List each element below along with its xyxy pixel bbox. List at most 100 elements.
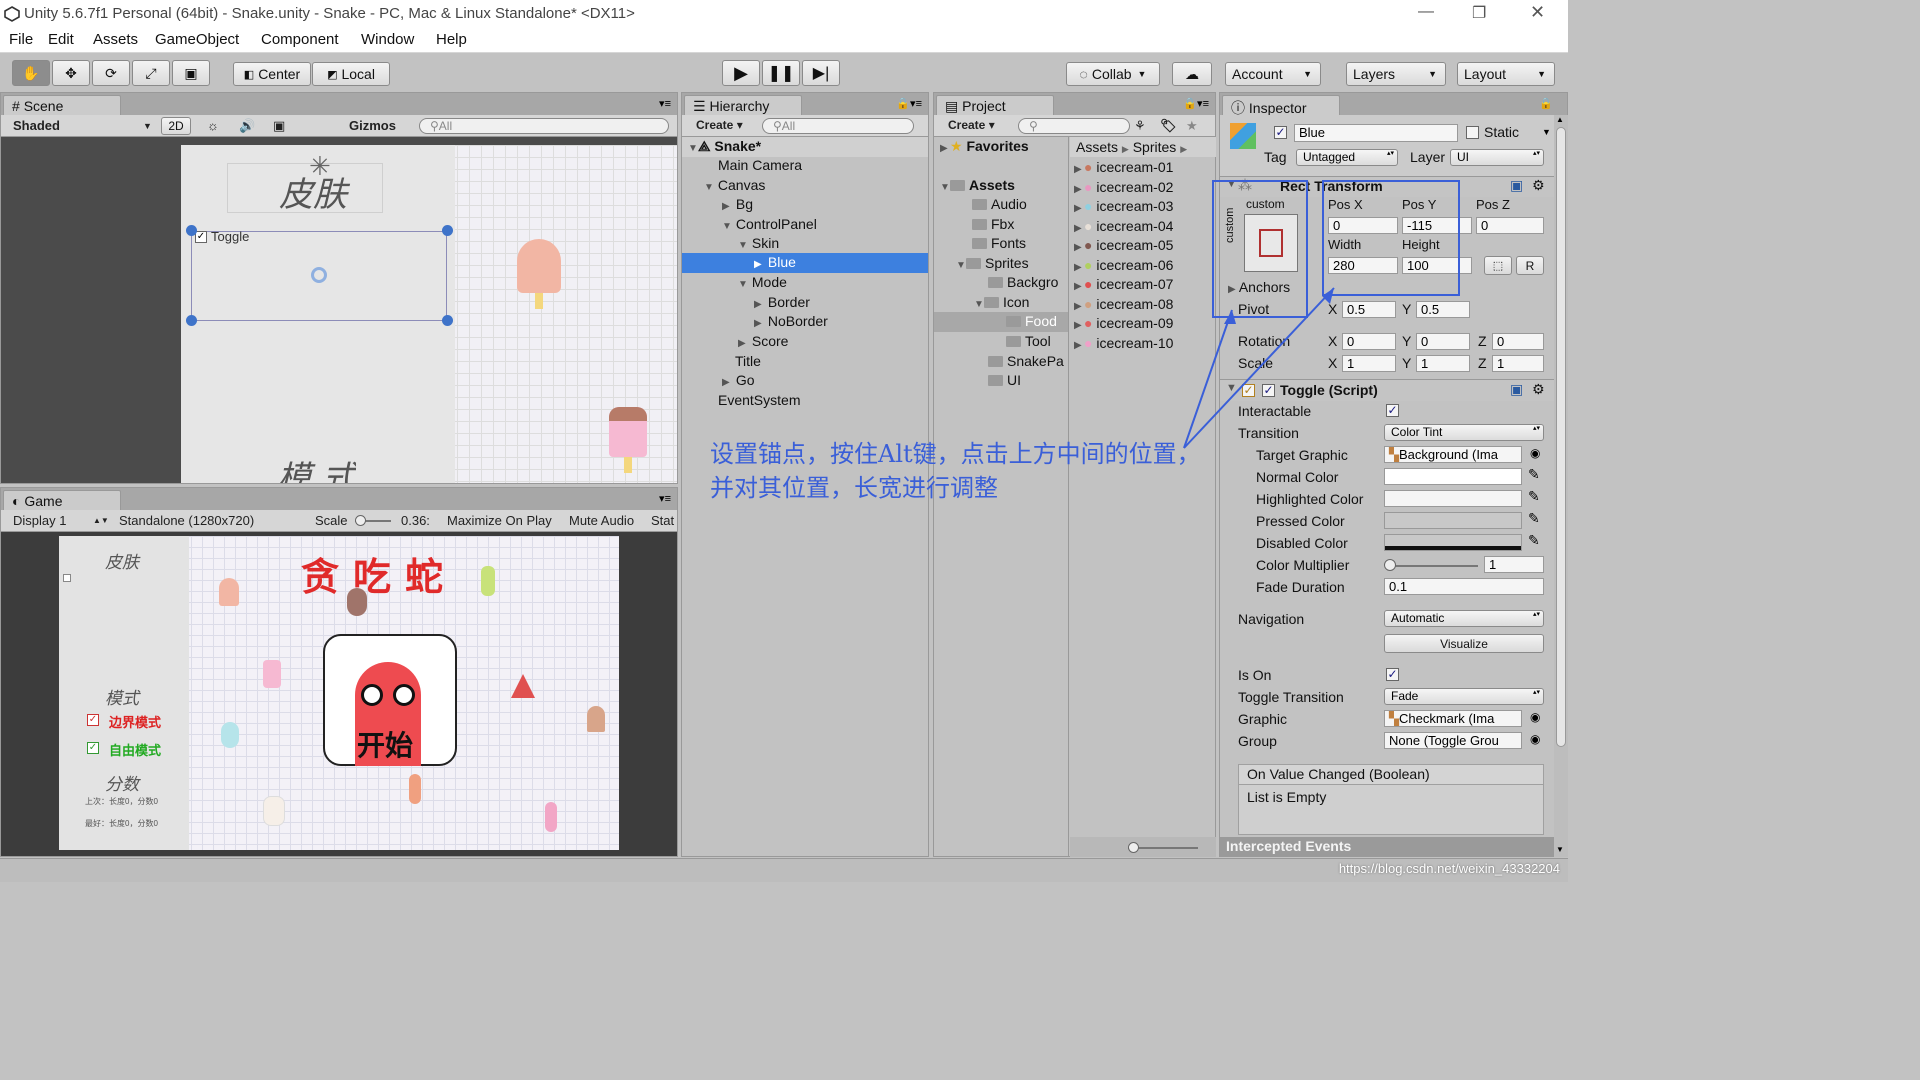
menu-file[interactable]: File	[9, 31, 33, 48]
maximize-on-play-toggle[interactable]: Maximize On Play	[447, 513, 552, 528]
hierarchy-item-title[interactable]: Title	[735, 353, 761, 369]
move-tool-button[interactable]: ✥	[52, 60, 90, 86]
scroll-up-icon[interactable]: ▲	[1556, 115, 1564, 124]
toggle-transition-dropdown[interactable]: Fade	[1384, 688, 1544, 705]
toggle-checkbox[interactable]: ✓	[195, 231, 207, 243]
hierarchy-search-input[interactable]: ⚲All	[762, 118, 914, 134]
object-picker-icon[interactable]: ◉	[1530, 710, 1540, 724]
eyedropper-icon[interactable]: ✎	[1528, 466, 1540, 483]
asset-file[interactable]: ▶ ● icecream-01	[1074, 159, 1173, 175]
border-mode-checkbox[interactable]: ✓	[87, 714, 99, 726]
panel-menu-icon[interactable]: ▾≡	[659, 492, 671, 505]
tab-inspector[interactable]: ⓘ Inspector	[1222, 95, 1340, 116]
scrollbar-thumb[interactable]	[1556, 127, 1566, 747]
asset-file[interactable]: ▶ ● icecream-08	[1074, 296, 1173, 312]
eyedropper-icon[interactable]: ✎	[1528, 488, 1540, 505]
transition-dropdown[interactable]: Color Tint	[1384, 424, 1544, 441]
color-multiplier-slider[interactable]	[1388, 565, 1478, 567]
target-graphic-field[interactable]: ▚Background (Ima	[1384, 446, 1522, 463]
scale-x-field[interactable]: 1	[1342, 355, 1396, 372]
scale-slider-thumb[interactable]	[355, 515, 366, 526]
navigation-dropdown[interactable]: Automatic	[1384, 610, 1544, 627]
hierarchy-item-canvas[interactable]: ▼ Canvas	[704, 177, 765, 193]
asset-file[interactable]: ▶ ● icecream-05	[1074, 237, 1173, 253]
pivot-center-button[interactable]: ◧ Center	[233, 62, 311, 86]
rect-handle[interactable]	[442, 225, 453, 236]
tab-scene[interactable]: # Scene	[3, 95, 121, 115]
pivot-y-field[interactable]: 0.5	[1416, 301, 1470, 318]
icon-size-slider-thumb[interactable]	[1128, 842, 1139, 853]
graphic-field[interactable]: ▚Checkmark (Ima	[1384, 710, 1522, 727]
pivot-x-field[interactable]: 0.5	[1342, 301, 1396, 318]
asset-file[interactable]: ▶ ● icecream-09	[1074, 315, 1173, 331]
asset-file[interactable]: ▶ ● icecream-02	[1074, 179, 1173, 195]
scale-tool-button[interactable]: ⤢	[132, 60, 170, 86]
assets-folder-row[interactable]: ▼ Assets	[940, 177, 1015, 193]
play-button[interactable]: ▶	[722, 60, 760, 86]
menu-window[interactable]: Window	[361, 31, 414, 48]
asset-file[interactable]: ▶ ● icecream-04	[1074, 218, 1173, 234]
effects-icon[interactable]: ▣	[273, 118, 285, 134]
visualize-button[interactable]: Visualize	[1384, 634, 1544, 653]
scale-y-field[interactable]: 1	[1416, 355, 1470, 372]
object-picker-icon[interactable]: ◉	[1530, 732, 1540, 746]
scene-viewport[interactable]: 皮肤 ✳ ✓ Toggle 模 式	[1, 137, 677, 483]
help-icon[interactable]: ▣	[1510, 381, 1523, 398]
tab-game[interactable]: ◐ Game	[3, 490, 121, 510]
lock-icon[interactable]: 🔒▾≡	[896, 97, 922, 110]
panel-menu-icon[interactable]: ▾≡	[659, 97, 671, 110]
cloud-button[interactable]: ☁	[1172, 62, 1212, 86]
folder-audio[interactable]: Audio	[972, 196, 1027, 212]
menu-component[interactable]: Component	[261, 31, 339, 48]
eyedropper-icon[interactable]: ✎	[1528, 510, 1540, 527]
is-on-checkbox[interactable]: ✓	[1386, 668, 1399, 681]
posz-field[interactable]: 0	[1476, 217, 1544, 234]
rotation-z-field[interactable]: 0	[1492, 333, 1544, 350]
tab-hierarchy[interactable]: ☰ Hierarchy	[684, 95, 802, 115]
close-icon[interactable]: ✕	[1530, 2, 1545, 23]
object-picker-icon[interactable]: ◉	[1530, 446, 1540, 460]
breadcrumb-assets[interactable]: Assets	[1076, 139, 1118, 155]
lighting-icon[interactable]: ☼	[207, 118, 219, 133]
highlighted-color-swatch[interactable]	[1384, 490, 1522, 507]
hierarchy-item-eventsystem[interactable]: EventSystem	[718, 392, 800, 408]
pressed-color-swatch[interactable]	[1384, 512, 1522, 529]
breadcrumb-sprites[interactable]: Sprites	[1133, 139, 1177, 155]
raw-edit-button[interactable]: R	[1516, 256, 1544, 275]
inspector-scrollbar[interactable]: ▲ ▼	[1554, 115, 1568, 857]
resolution-dropdown[interactable]: Standalone (1280x720)	[119, 513, 254, 528]
mute-audio-toggle[interactable]: Mute Audio	[569, 513, 634, 528]
layer-dropdown[interactable]: UI	[1450, 149, 1544, 166]
star-icon[interactable]: ★	[1186, 118, 1198, 134]
interactable-checkbox[interactable]: ✓	[1386, 404, 1399, 417]
rect-handle[interactable]	[186, 225, 197, 236]
create-dropdown[interactable]: Create ▾	[696, 118, 743, 132]
gizmos-dropdown[interactable]: Gizmos	[349, 118, 396, 133]
hierarchy-item-score[interactable]: ▶ Score	[738, 333, 788, 349]
menu-edit[interactable]: Edit	[48, 31, 74, 48]
scroll-down-icon[interactable]: ▼	[1556, 845, 1564, 854]
shading-dropdown[interactable]: Shaded	[13, 118, 60, 133]
folder-icon-row[interactable]: ▼ Icon	[974, 294, 1029, 310]
asset-file[interactable]: ▶ ● icecream-10	[1074, 335, 1173, 351]
audio-icon[interactable]: 🔊	[239, 118, 255, 134]
filter-type-icon[interactable]: ⚘	[1134, 118, 1146, 134]
tag-dropdown[interactable]: Untagged	[1296, 149, 1398, 166]
scale-z-field[interactable]: 1	[1492, 355, 1544, 372]
help-icon[interactable]: ▣	[1510, 177, 1523, 194]
hierarchy-item-blue[interactable]: ▶ Blue	[682, 253, 928, 273]
rect-tool-button[interactable]: ▣	[172, 60, 210, 86]
hand-tool-button[interactable]: ✋	[12, 60, 50, 86]
folder-food[interactable]: Food	[934, 312, 1068, 332]
collab-button[interactable]: ◌ Collab ▼	[1066, 62, 1160, 86]
chevron-down-icon[interactable]: ▼	[1542, 127, 1551, 137]
menu-gameobject[interactable]: GameObject	[155, 31, 239, 48]
folder-fbx[interactable]: Fbx	[972, 216, 1014, 232]
lock-icon[interactable]: 🔒	[1539, 97, 1553, 110]
color-multiplier-field[interactable]: 1	[1484, 556, 1544, 573]
hierarchy-item-skin[interactable]: ▼ Skin	[738, 235, 779, 251]
lock-icon[interactable]: 🔒▾≡	[1183, 97, 1209, 110]
free-mode-checkbox[interactable]: ✓	[87, 742, 99, 754]
filter-label-icon[interactable]: 🏷	[1160, 118, 1177, 134]
scene-search-input[interactable]: ⚲All	[419, 118, 669, 134]
